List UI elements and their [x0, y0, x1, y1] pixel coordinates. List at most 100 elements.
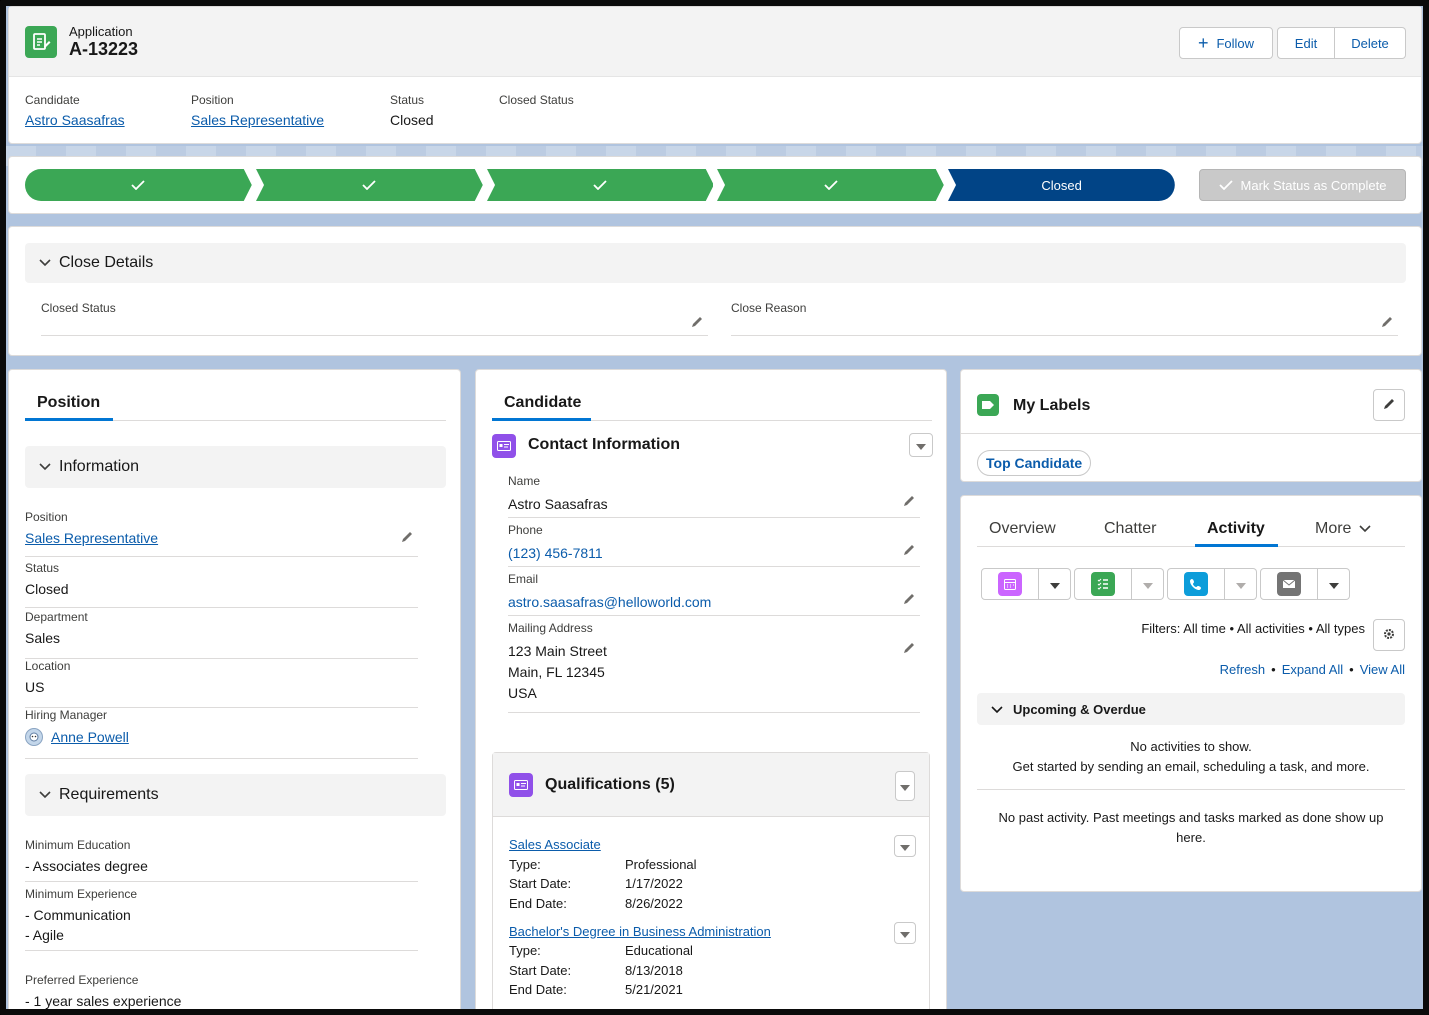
- path-stage-2[interactable]: [255, 169, 483, 201]
- start-value: 1/17/2022: [625, 876, 683, 891]
- label-pill-top-candidate[interactable]: Top Candidate: [977, 450, 1092, 476]
- section-title: Information: [59, 458, 140, 475]
- qualifications-icon: [509, 773, 533, 797]
- activity-card: Overview Chatter Activity More Filters: …: [960, 495, 1422, 892]
- field-label: Closed Status: [41, 301, 116, 315]
- highlight-status: Status Closed: [390, 93, 434, 128]
- chevron-down-icon: [900, 839, 910, 854]
- activity-settings-button[interactable]: [1373, 619, 1405, 651]
- chevron-down-icon: [1142, 577, 1153, 592]
- field-email: Email astro.saasafras@helloworld.com: [508, 572, 920, 616]
- new-task-button[interactable]: [1074, 568, 1132, 600]
- qualification-menu-button[interactable]: [894, 922, 916, 944]
- position-link[interactable]: Sales Representative: [191, 112, 324, 128]
- new-event-button[interactable]: [981, 568, 1039, 600]
- divider: [977, 789, 1405, 790]
- pencil-icon[interactable]: [400, 530, 414, 544]
- qualification-type-row: Type: Professional: [509, 857, 697, 872]
- position-link[interactable]: Sales Representative: [25, 530, 418, 546]
- contact-card-icon: [492, 434, 516, 458]
- follow-group: + Follow: [1179, 27, 1273, 59]
- edit-labels-button[interactable]: [1373, 389, 1405, 421]
- start-label: Start Date:: [509, 876, 572, 891]
- header-top: Application A-13223 + Follow Edit Delete: [9, 7, 1421, 77]
- log-call-button[interactable]: [1167, 568, 1225, 600]
- path-stage-label: Closed: [1041, 177, 1082, 193]
- field-divider: [731, 335, 1398, 336]
- type-value: Educational: [625, 943, 693, 958]
- chevron-down-icon: [1328, 577, 1339, 592]
- tab-position[interactable]: Position: [37, 394, 100, 412]
- contact-menu-button[interactable]: [909, 433, 933, 457]
- field-label: Email: [508, 572, 539, 586]
- pencil-icon[interactable]: [690, 315, 704, 329]
- upcoming-overdue-header[interactable]: Upcoming & Overdue: [977, 693, 1405, 725]
- tab-overview[interactable]: Overview: [989, 520, 1056, 538]
- pencil-icon[interactable]: [1380, 315, 1394, 329]
- call-dropdown[interactable]: [1225, 568, 1257, 600]
- hiring-manager-link[interactable]: Anne Powell: [51, 729, 129, 745]
- pencil-icon: [1382, 397, 1396, 414]
- candidate-link[interactable]: Astro Saasafras: [25, 112, 125, 128]
- pencil-icon[interactable]: [902, 494, 916, 508]
- tab-chatter[interactable]: Chatter: [1104, 520, 1156, 538]
- tab-more[interactable]: More: [1315, 520, 1372, 538]
- qualification-link[interactable]: Sales Associate: [509, 837, 601, 852]
- type-label: Type:: [509, 943, 541, 958]
- pencil-icon[interactable]: [902, 641, 916, 655]
- mark-status-complete-button[interactable]: Mark Status as Complete: [1199, 169, 1406, 201]
- tab-bar: [977, 544, 1405, 547]
- field-value: Sales: [25, 630, 61, 646]
- edit-button[interactable]: Edit: [1277, 27, 1335, 59]
- follow-button[interactable]: + Follow: [1179, 27, 1273, 59]
- qualification-menu-button[interactable]: [894, 835, 916, 857]
- field-label: Preferred Experience: [25, 973, 139, 987]
- expand-all-link[interactable]: Expand All: [1282, 662, 1343, 677]
- field-divider: [41, 335, 708, 336]
- task-dropdown[interactable]: [1132, 568, 1164, 600]
- qualifications-menu-button[interactable]: [895, 771, 915, 801]
- requirements-section-header[interactable]: Requirements: [25, 774, 446, 816]
- contact-info-title: Contact Information: [528, 436, 680, 453]
- event-dropdown[interactable]: [1039, 568, 1071, 600]
- qualification-start-row: Start Date: 1/17/2022: [509, 876, 683, 891]
- phone-link[interactable]: (123) 456-7811: [508, 543, 920, 564]
- end-value: 8/26/2022: [625, 896, 683, 911]
- path-stage-closed[interactable]: Closed: [948, 169, 1175, 201]
- address-line: 123 Main Street: [508, 643, 607, 659]
- application-icon: [25, 26, 57, 58]
- tab-bar: [25, 418, 446, 421]
- highlight-label: Status: [390, 93, 425, 107]
- separator: •: [1271, 662, 1276, 677]
- pencil-icon[interactable]: [902, 592, 916, 606]
- email-link[interactable]: astro.saasafras@helloworld.com: [508, 592, 920, 613]
- chevron-down-icon: [991, 702, 1003, 717]
- path-stage-3[interactable]: [486, 169, 714, 201]
- field-label: Phone: [508, 523, 543, 537]
- information-section-header[interactable]: Information: [25, 446, 446, 488]
- plus-icon: +: [1197, 33, 1209, 53]
- qualification-link[interactable]: Bachelor's Degree in Business Administra…: [509, 924, 771, 939]
- view-all-link[interactable]: View All: [1360, 662, 1405, 677]
- delete-button[interactable]: Delete: [1335, 27, 1406, 59]
- path-stage-4[interactable]: [717, 169, 945, 201]
- email-button[interactable]: [1260, 568, 1318, 600]
- email-dropdown[interactable]: [1318, 568, 1350, 600]
- refresh-link[interactable]: Refresh: [1220, 662, 1266, 677]
- chevron-down-icon: [900, 926, 910, 941]
- tab-activity[interactable]: Activity: [1207, 520, 1265, 538]
- pencil-icon[interactable]: [902, 543, 916, 557]
- path-stage-1[interactable]: [25, 169, 252, 201]
- path-stages: Closed: [25, 169, 1175, 201]
- chevron-down-icon: [1235, 577, 1246, 592]
- qualifications-header: Qualifications (5): [493, 753, 929, 817]
- action-group: Edit Delete: [1277, 27, 1406, 59]
- activity-links: Refresh • Expand All • View All: [1220, 662, 1405, 677]
- tab-candidate[interactable]: Candidate: [504, 394, 581, 412]
- chevron-down-icon: [39, 458, 51, 476]
- highlight-position: Position Sales Representative: [191, 93, 324, 128]
- active-tab-indicator: [1195, 544, 1278, 547]
- field-location: Location US: [25, 659, 418, 708]
- position-card: Position Information Position Sales Repr…: [8, 369, 461, 1009]
- close-details-header[interactable]: Close Details: [25, 243, 1406, 283]
